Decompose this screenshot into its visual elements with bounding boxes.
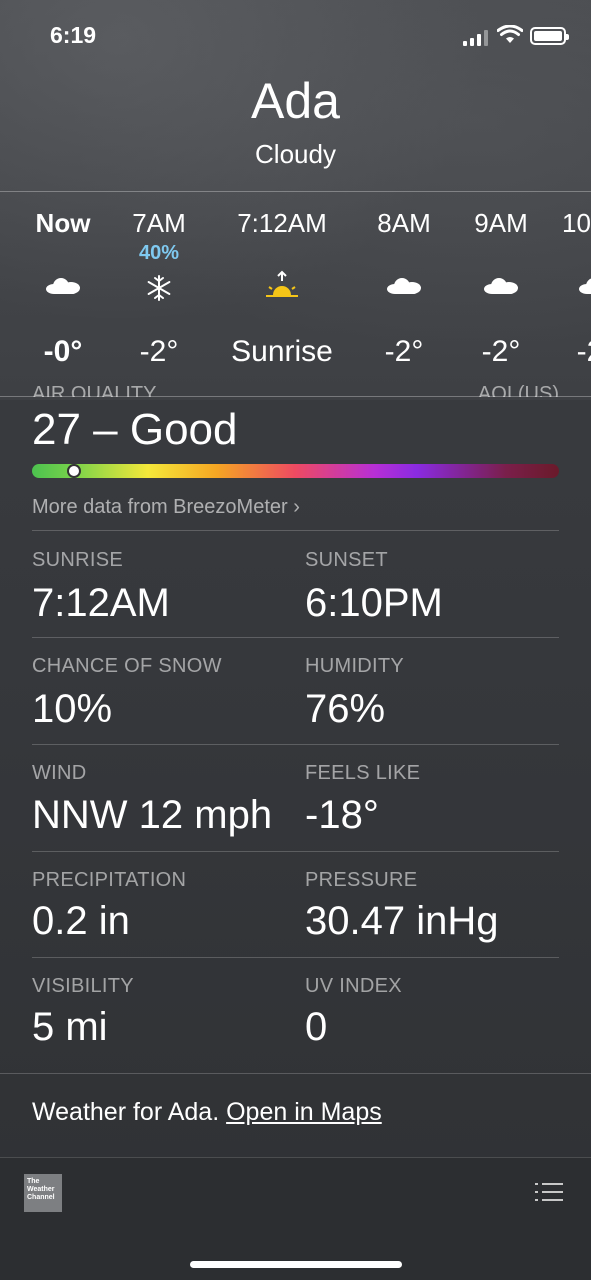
wind-value: NNW 12 mph bbox=[32, 793, 273, 837]
hourly-item: 10AM -2° bbox=[541, 192, 591, 396]
hourly-item: 9AM -2° bbox=[446, 192, 556, 396]
home-indicator[interactable] bbox=[190, 1261, 402, 1268]
uv-index-label: UV INDEX bbox=[305, 975, 402, 997]
list-icon[interactable] bbox=[535, 1182, 563, 1202]
sunset-label: SUNSET bbox=[305, 549, 388, 571]
snowflake-icon bbox=[104, 272, 214, 304]
wifi-icon bbox=[497, 25, 523, 43]
cloud-icon bbox=[541, 272, 591, 304]
precipitation-label: PRECIPITATION bbox=[32, 869, 187, 891]
hourly-item: 7AM 40% -2° bbox=[104, 192, 214, 396]
divider bbox=[0, 1073, 591, 1074]
divider bbox=[32, 957, 559, 958]
divider bbox=[32, 744, 559, 745]
divider bbox=[32, 851, 559, 852]
feels-like-label: FEELS LIKE bbox=[305, 762, 421, 784]
air-quality-heading: AIR QUALITY bbox=[32, 383, 157, 397]
cloud-icon bbox=[349, 272, 459, 304]
hour-temp: -2° bbox=[576, 335, 591, 368]
hourly-forecast[interactable]: Now -0° 7AM 40% -2° 7:12AM Sunrise 8AM -… bbox=[0, 192, 591, 396]
chance-of-snow-label: CHANCE OF SNOW bbox=[32, 655, 222, 677]
breezometer-link[interactable]: More data from BreezoMeter › bbox=[32, 496, 300, 519]
air-quality-value: 27 – Good bbox=[32, 405, 238, 454]
status-bar: 6:19 bbox=[0, 0, 591, 70]
visibility-value: 5 mi bbox=[32, 1005, 108, 1049]
pressure-value: 30.47 inHg bbox=[305, 899, 499, 943]
sunrise-value: 7:12AM bbox=[32, 581, 170, 625]
chance-of-snow-value: 10% bbox=[32, 687, 113, 731]
air-quality-indicator bbox=[67, 464, 81, 478]
cellular-signal-icon bbox=[463, 30, 489, 46]
open-in-maps-link[interactable]: Open in Maps bbox=[226, 1098, 382, 1126]
aqi-scale-label: AQI (US) bbox=[477, 383, 559, 397]
pressure-label: PRESSURE bbox=[305, 869, 418, 891]
sunset-value: 6:10PM bbox=[305, 581, 443, 625]
hour-label: 9AM bbox=[474, 208, 528, 238]
cloud-icon bbox=[446, 272, 556, 304]
battery-icon bbox=[530, 27, 569, 45]
footer-text: Weather for Ada. bbox=[32, 1098, 227, 1126]
sunrise-icon bbox=[209, 270, 355, 304]
air-quality-header: AIR QUALITY AQI (US) bbox=[0, 381, 591, 397]
hourly-item: 7:12AM Sunrise bbox=[209, 192, 355, 396]
hour-temp: -2° bbox=[384, 335, 424, 368]
precipitation-value: 0.2 in bbox=[32, 899, 130, 943]
current-condition: Cloudy bbox=[255, 139, 336, 169]
hour-label: 7AM bbox=[132, 208, 186, 238]
feels-like-value: -18° bbox=[305, 793, 379, 837]
precip-chance: 40% bbox=[138, 242, 180, 264]
weather-channel-logo[interactable]: The Weather Channel bbox=[24, 1174, 62, 1212]
hour-temp: Sunrise bbox=[231, 335, 333, 368]
humidity-value: 76% bbox=[305, 687, 386, 731]
hour-temp: -0° bbox=[43, 335, 83, 368]
hour-label: 8AM bbox=[377, 208, 431, 238]
cloud-icon bbox=[8, 272, 118, 304]
divider bbox=[32, 530, 559, 531]
city-name: Ada bbox=[251, 73, 340, 129]
hour-label: Now bbox=[35, 208, 91, 238]
hour-label: 10AM bbox=[562, 208, 591, 238]
sunrise-label: SUNRISE bbox=[32, 549, 124, 571]
footer-attribution: Weather for Ada. Open in Maps bbox=[32, 1098, 382, 1127]
hour-temp: -2° bbox=[481, 335, 521, 368]
uv-index-value: 0 bbox=[305, 1005, 328, 1049]
humidity-label: HUMIDITY bbox=[305, 655, 405, 677]
wind-label: WIND bbox=[32, 762, 87, 784]
hourly-item: 8AM -2° bbox=[349, 192, 459, 396]
hour-label: 7:12AM bbox=[237, 208, 327, 238]
hourly-item: Now -0° bbox=[8, 192, 118, 396]
status-time: 6:19 bbox=[50, 22, 97, 48]
air-quality-scale-bar bbox=[32, 464, 559, 478]
hour-temp: -2° bbox=[139, 335, 179, 368]
visibility-label: VISIBILITY bbox=[32, 975, 134, 997]
divider bbox=[32, 637, 559, 638]
